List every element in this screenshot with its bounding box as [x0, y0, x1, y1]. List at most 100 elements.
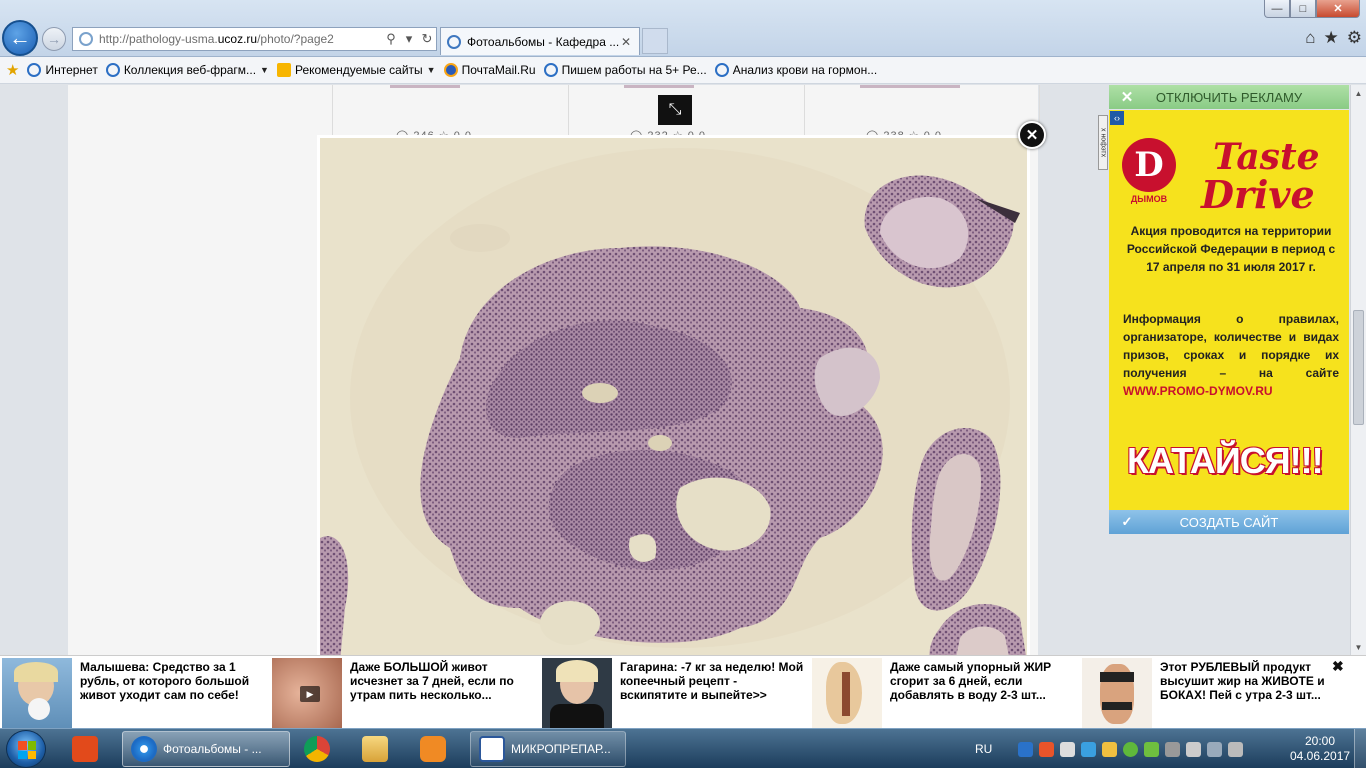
start-button[interactable]: [6, 730, 46, 768]
favorite-item-suggested[interactable]: Рекомендуемые сайты ▼: [276, 63, 436, 77]
thumb-image[interactable]: [624, 85, 694, 88]
ie-icon: [543, 63, 558, 77]
page-icon: [79, 32, 93, 46]
torrent-icon[interactable]: [1123, 741, 1139, 757]
network-icon[interactable]: [1228, 741, 1244, 757]
taskbar-explorer[interactable]: [354, 731, 394, 767]
app-icon: [72, 736, 98, 762]
thumb-image[interactable]: [390, 85, 460, 88]
dropdown-icon[interactable]: ▾: [400, 31, 418, 47]
close-icon: ✕: [1120, 89, 1134, 106]
micrograph-image[interactable]: [320, 138, 1027, 655]
tray-app-icon[interactable]: [1165, 741, 1181, 757]
address-url[interactable]: http://pathology-usma.ucoz.ru/photo/?pag…: [99, 32, 382, 46]
clock[interactable]: 20:00 04.06.2017: [1290, 734, 1350, 764]
back-button[interactable]: ←: [2, 20, 38, 56]
disable-ads-button[interactable]: ✕ ОТКЛЮЧИТЬ РЕКЛАМУ: [1109, 85, 1349, 109]
word-icon: [479, 736, 505, 762]
lightbox-close-button[interactable]: ✕: [1018, 121, 1046, 149]
scrollbar-thumb[interactable]: [1353, 310, 1364, 425]
forward-button[interactable]: →: [42, 27, 66, 51]
ad-url: WWW.PROMO-DYMOV.RU: [1123, 384, 1273, 398]
taskbar-word-window[interactable]: МИКРОПРЕПАР...: [470, 731, 626, 767]
favorite-label: Рекомендуемые сайты: [294, 63, 423, 77]
volume-icon[interactable]: [1207, 741, 1223, 757]
taskbar: Фотоальбомы - ... МИКРОПРЕПАР... RU 20:0…: [0, 728, 1366, 768]
tray-app-icon[interactable]: [1081, 741, 1097, 757]
ticker-image: [812, 658, 882, 728]
ticker-item[interactable]: Малышева: Средство за 1 рубль, от которо…: [2, 658, 266, 728]
taskbar-chrome[interactable]: [296, 731, 336, 767]
favorite-label: Анализ крови на гормон...: [732, 63, 878, 77]
favorite-label: Интернет: [45, 63, 98, 77]
close-window-button[interactable]: ✕: [1316, 0, 1360, 18]
tray-app-icon[interactable]: [1102, 741, 1118, 757]
ticker-item[interactable]: Даже самый упорный ЖИР сгорит за 6 дней,…: [812, 658, 1076, 728]
favorites-add-icon[interactable]: ★: [6, 61, 19, 79]
scroll-up-icon[interactable]: ▲: [1351, 85, 1366, 101]
vertical-scrollbar[interactable]: ▲ ▼: [1350, 85, 1366, 655]
url-prefix: http://pathology-usma.: [99, 32, 218, 46]
ticker-item[interactable]: Этот РУБЛЕВЫЙ продукт высушит жир на ЖИВ…: [1082, 658, 1346, 728]
ticker-item[interactable]: Гагарина: -7 кг за неделю! Мой копеечный…: [542, 658, 806, 728]
forward-arrow-icon: →: [47, 31, 61, 47]
minimize-button[interactable]: —: [1264, 0, 1290, 18]
favorite-item-mail[interactable]: ПочтаMail.Ru: [443, 63, 536, 77]
ticker-image: [542, 658, 612, 728]
tab-active[interactable]: Фотоальбомы - Кафедра ... ✕: [440, 27, 640, 55]
favorite-item-blood[interactable]: Анализ крови на гормон...: [714, 63, 878, 77]
new-tab-button[interactable]: [642, 28, 668, 54]
language-indicator[interactable]: RU: [975, 742, 992, 756]
clock-time: 20:00: [1304, 734, 1336, 748]
action-center-icon[interactable]: [1186, 741, 1202, 757]
ad-promo-text: Акция проводится на территории Российско…: [1126, 224, 1336, 274]
lightbox-frame: [317, 135, 1030, 655]
news-ticker: Малышева: Средство за 1 рубль, от которо…: [0, 655, 1366, 728]
taskbar-window-title: МИКРОПРЕПАР...: [511, 742, 611, 756]
tab-favicon-icon: [447, 34, 461, 49]
check-icon: ✓: [1121, 514, 1133, 529]
ticker-close-icon[interactable]: ✖: [1332, 658, 1344, 675]
ad-info-body: Информация о правилах, организаторе, кол…: [1123, 312, 1339, 380]
taskbar-ie-window[interactable]: Фотоальбомы - ...: [122, 731, 290, 767]
ad-side-tag[interactable]: х нофэтх: [1098, 115, 1108, 170]
address-bar[interactable]: http://pathology-usma.ucoz.ru/photo/?pag…: [72, 27, 437, 51]
favorite-item-webslices[interactable]: Коллекция веб-фрагм... ▼: [105, 63, 269, 77]
taskbar-app-remote[interactable]: [64, 731, 114, 767]
chevron-down-icon: ▼: [426, 65, 436, 75]
tray-app-icon[interactable]: [1060, 741, 1076, 757]
favorites-star-icon[interactable]: ★: [1324, 28, 1339, 48]
tab-close-icon[interactable]: ✕: [619, 35, 633, 49]
create-site-button[interactable]: ✓ СОЗДАТЬ САЙТ: [1109, 510, 1349, 534]
favorite-item-internet[interactable]: Интернет: [27, 63, 98, 77]
ticker-text: Этот РУБЛЕВЫЙ продукт высушит жир на ЖИВ…: [1160, 660, 1325, 702]
show-desktop-button[interactable]: [1354, 729, 1366, 768]
thumb-image[interactable]: [860, 85, 960, 88]
system-tray: RU: [975, 729, 1244, 768]
gear-icon[interactable]: ⚙: [1347, 28, 1362, 48]
tray-app-icon[interactable]: [1039, 741, 1055, 757]
ticker-text: Малышева: Средство за 1 рубль, от которо…: [80, 660, 250, 702]
fullscreen-button[interactable]: ⤡: [658, 95, 692, 125]
browser-titlebar: — □ ✕ ← → http://pathology-usma.ucoz.ru/…: [0, 0, 1366, 57]
media-player-icon: [420, 736, 446, 762]
scroll-down-icon[interactable]: ▼: [1351, 639, 1366, 655]
favorite-item-works[interactable]: Пишем работы на 5+ Ре...: [543, 63, 707, 77]
tray-app-icon[interactable]: [1144, 741, 1160, 757]
home-icon[interactable]: ⌂: [1305, 28, 1315, 48]
ticker-text: Даже самый упорный ЖИР сгорит за 6 дней,…: [890, 660, 1052, 702]
ad-choices-icon[interactable]: ‹›: [1110, 111, 1124, 125]
tray-app-icon[interactable]: [1018, 741, 1034, 757]
disable-ads-label: ОТКЛЮЧИТЬ РЕКЛАМУ: [1155, 89, 1303, 105]
toolbar-right: ⌂ ★ ⚙: [1305, 28, 1362, 48]
taskbar-media[interactable]: [412, 731, 452, 767]
bing-icon: [276, 63, 291, 77]
search-icon[interactable]: ⚲: [382, 31, 400, 47]
back-arrow-icon: ←: [9, 25, 31, 50]
mail-icon: [443, 63, 458, 77]
maximize-button[interactable]: □: [1290, 0, 1316, 18]
ad-banner[interactable]: D ДЫМОВ Taste Drive Акция проводится на …: [1109, 110, 1349, 510]
ticker-item[interactable]: ▶ Даже БОЛЬШОЙ живот исчезнет за 7 дней,…: [272, 658, 536, 728]
refresh-icon[interactable]: ↻: [418, 31, 436, 47]
favorites-bar: ★ Интернет Коллекция веб-фрагм... ▼ Реком…: [0, 57, 1366, 84]
